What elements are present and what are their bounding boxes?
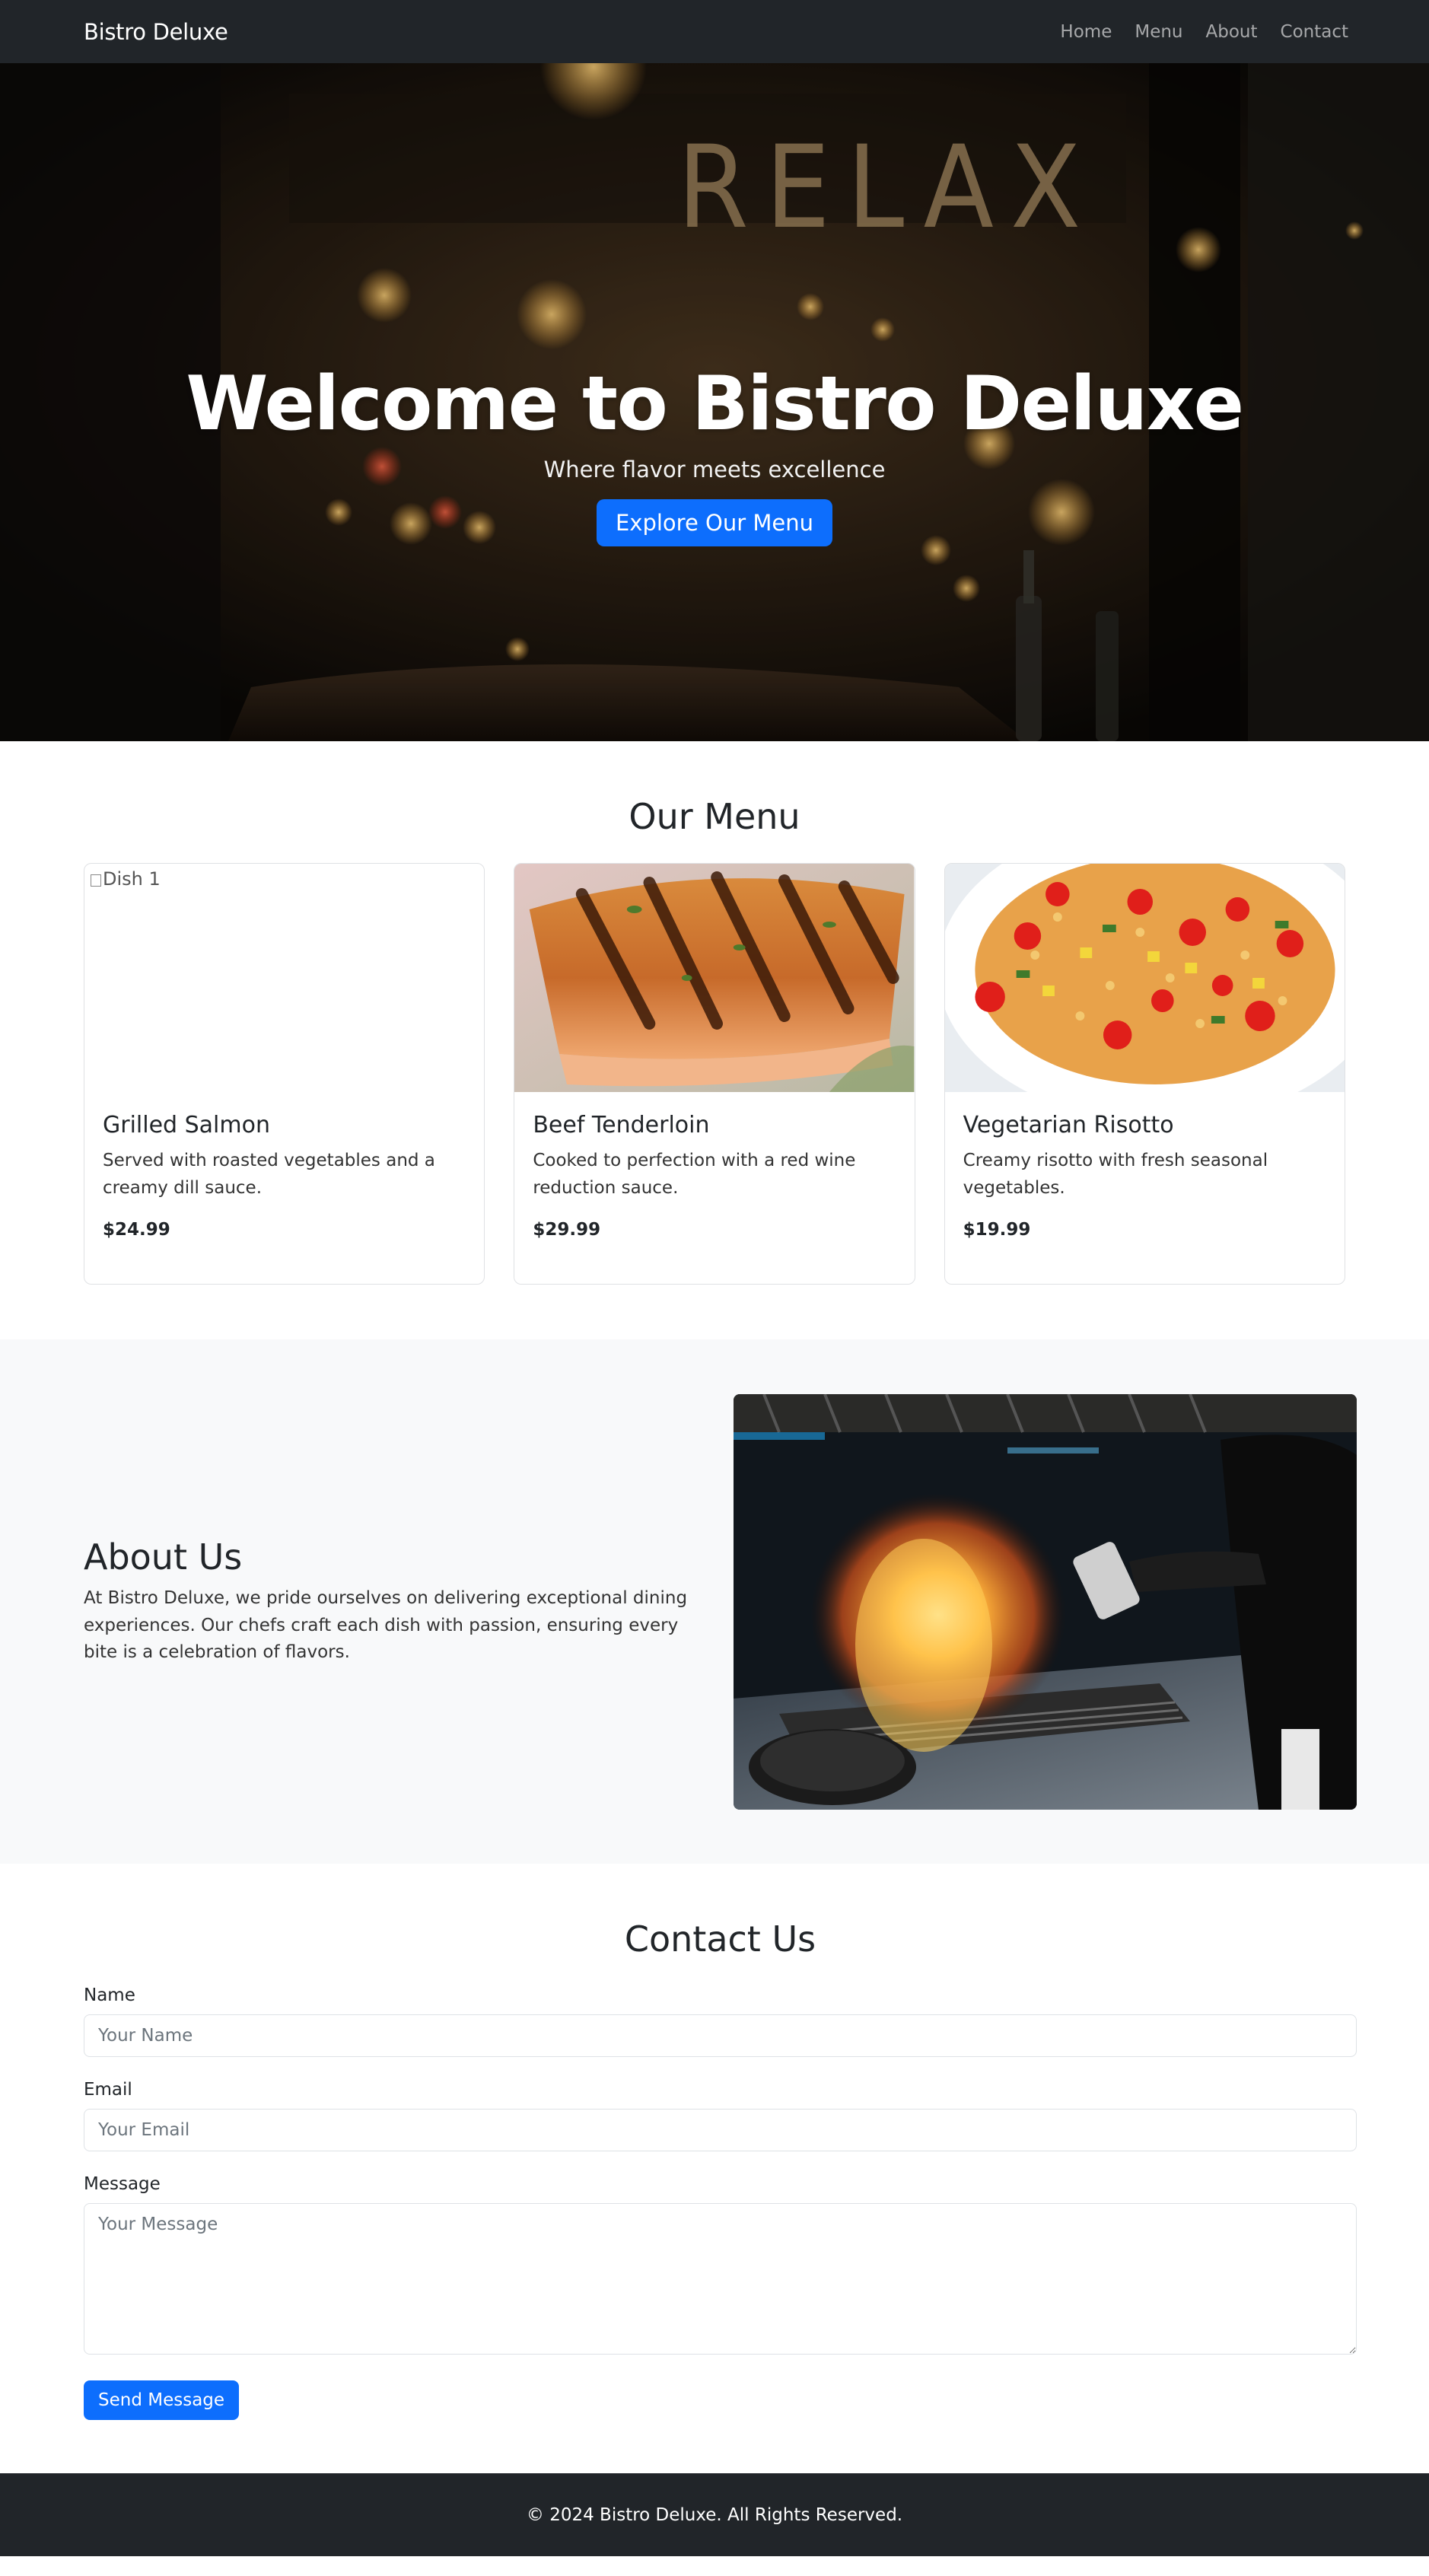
about-description: At Bistro Deluxe, we pride ourselves on …	[84, 1587, 688, 1663]
nav-link-menu[interactable]: Menu	[1123, 22, 1194, 42]
broken-image-icon	[91, 874, 101, 887]
menu-section: Our Menu Dish 1 Grilled Salmon Served wi…	[0, 741, 1429, 1339]
card-body: Vegetarian Risotto Creamy risotto with f…	[945, 1092, 1345, 1255]
name-label: Name	[84, 1985, 135, 2005]
navbar: Bistro Deluxe Home Menu About Contact	[0, 0, 1429, 63]
risotto-image	[944, 864, 1345, 1092]
card-body: Beef Tenderloin Cooked to perfection wit…	[514, 1092, 914, 1255]
menu-title: Our Menu	[629, 796, 800, 837]
dish-description: Creamy risotto with fresh seasonal veget…	[963, 1151, 1268, 1198]
message-label: Message	[84, 2174, 161, 2194]
brand-link[interactable]: Bistro Deluxe	[84, 19, 228, 45]
dish-price: $24.99	[103, 1220, 170, 1240]
dish-image-broken: Dish 1	[84, 864, 484, 1092]
dish-description: Served with roasted vegetables and a cre…	[103, 1151, 435, 1198]
dish-price: $29.99	[533, 1220, 601, 1240]
dish-name: Vegetarian Risotto	[963, 1112, 1174, 1138]
footer: © 2024 Bistro Deluxe. All Rights Reserve…	[0, 2473, 1429, 2556]
dish-name: Beef Tenderloin	[533, 1112, 710, 1138]
dish-price: $19.99	[963, 1220, 1031, 1240]
dish-name: Grilled Salmon	[103, 1112, 270, 1138]
contact-form: Name Email Message Send Message	[84, 1985, 1357, 2420]
dish-image	[514, 864, 915, 1092]
message-textarea[interactable]	[84, 2203, 1357, 2355]
email-input[interactable]	[84, 2109, 1357, 2151]
nav-links: Home Menu About Contact	[1049, 22, 1348, 42]
email-group: Email	[84, 2080, 1357, 2151]
hero-content: Welcome to Bistro Deluxe Where flavor me…	[0, 361, 1429, 546]
nav-link-contact[interactable]: Contact	[1269, 22, 1348, 42]
explore-menu-button[interactable]: Explore Our Menu	[596, 498, 832, 546]
dish-image-alt: Dish 1	[103, 868, 161, 890]
dish-image	[944, 864, 1345, 1092]
menu-cards: Dish 1 Grilled Salmon Served with roaste…	[84, 863, 1345, 1285]
send-message-button[interactable]: Send Message	[84, 2380, 240, 2420]
hero-section: RELAX Welcome to Bistro Deluxe Where fla…	[0, 63, 1429, 741]
dish-description: Cooked to perfection with a red wine red…	[533, 1151, 856, 1198]
chef-image	[734, 1393, 1357, 1810]
nav-link-about[interactable]: About	[1195, 22, 1269, 42]
menu-card: Beef Tenderloin Cooked to perfection wit…	[514, 863, 915, 1285]
about-text: About Us At Bistro Deluxe, we pride ours…	[84, 1536, 692, 1667]
footer-copyright: © 2024 Bistro Deluxe. All Rights Reserve…	[526, 2504, 903, 2525]
email-label: Email	[84, 2080, 132, 2100]
chef-flambe-image	[734, 1393, 1357, 1810]
message-group: Message	[84, 2174, 1357, 2358]
hero-title: Welcome to Bistro Deluxe	[186, 361, 1244, 447]
hero-subtitle: Where flavor meets excellence	[543, 456, 886, 482]
contact-title: Contact Us	[624, 1918, 816, 1960]
name-input[interactable]	[84, 2014, 1357, 2057]
about-title: About Us	[84, 1536, 243, 1578]
contact-section: Contact Us Name Email Message Send Messa…	[0, 1864, 1429, 2473]
menu-card: Vegetarian Risotto Creamy risotto with f…	[944, 863, 1345, 1285]
card-body: Grilled Salmon Served with roasted veget…	[84, 1092, 484, 1255]
grilled-meat-image	[514, 864, 915, 1092]
name-group: Name	[84, 1985, 1357, 2057]
menu-card: Dish 1 Grilled Salmon Served with roaste…	[84, 863, 485, 1285]
nav-link-home[interactable]: Home	[1049, 22, 1123, 42]
about-section: About Us At Bistro Deluxe, we pride ours…	[0, 1339, 1429, 1864]
